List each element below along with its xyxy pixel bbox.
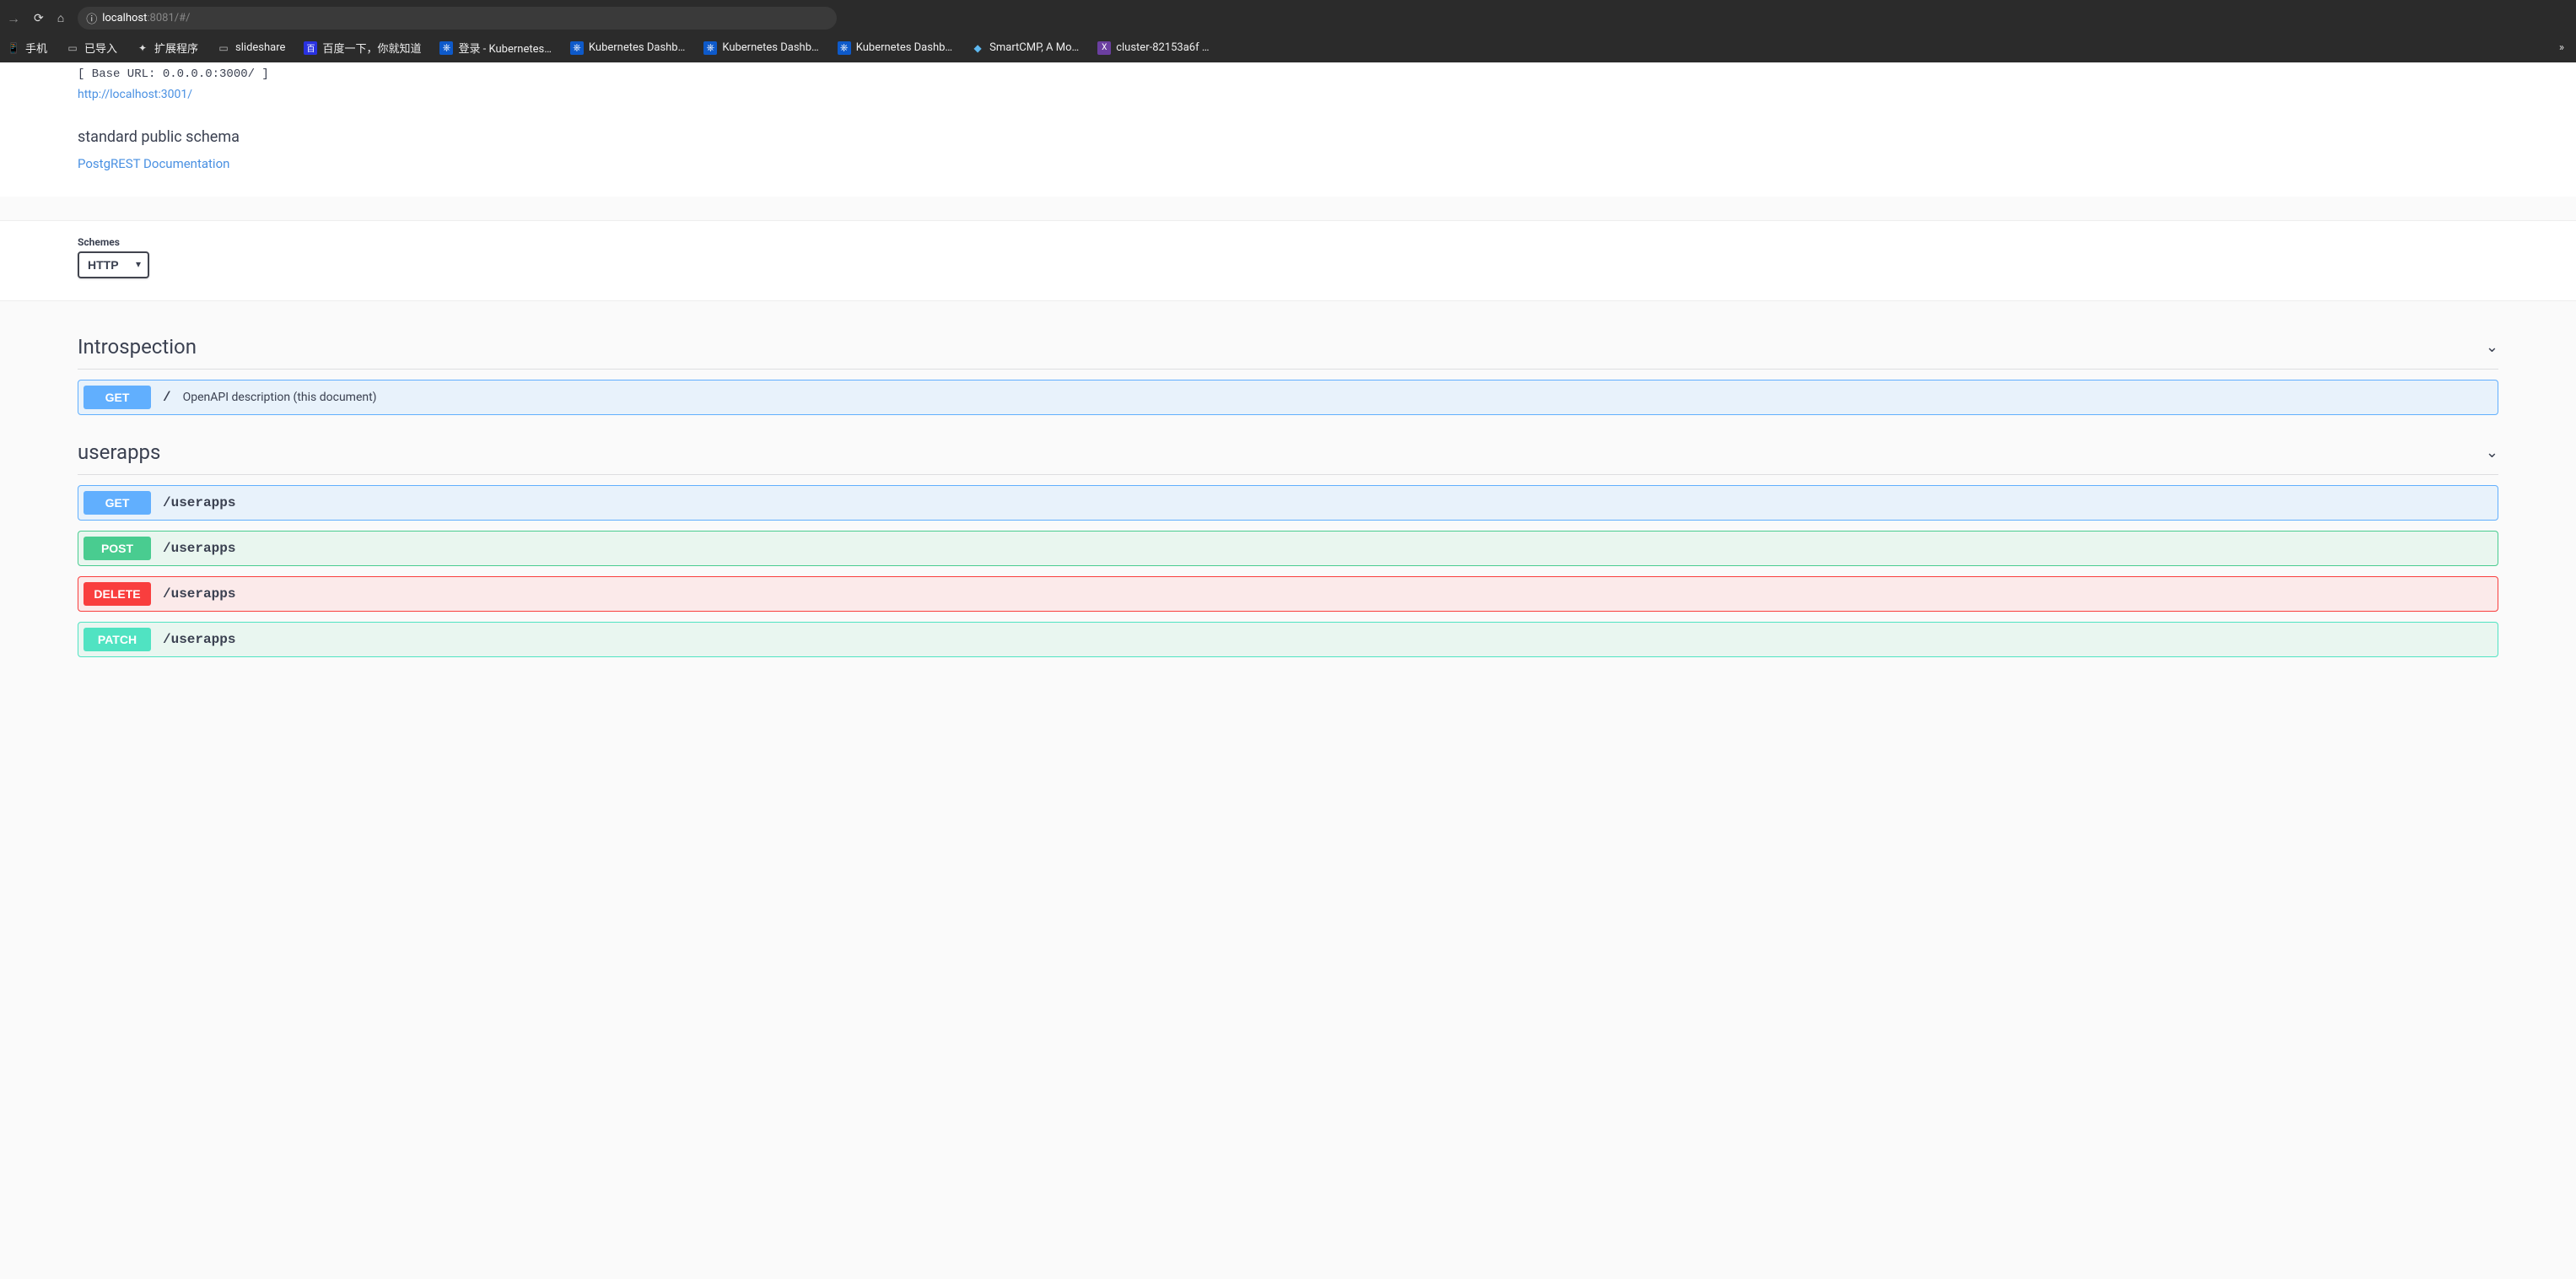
spec-link[interactable]: http://localhost:3001/ [78, 88, 192, 101]
op-path: /userapps [163, 632, 235, 647]
bookmark-label: cluster-82153a6f … [1116, 41, 1209, 54]
tags-container: Introspection ⌄ GET / OpenAPI descriptio… [0, 301, 2576, 706]
bookmark-imported[interactable]: ▭ 已导入 [66, 40, 117, 56]
tag-header[interactable]: userapps ⌄ [78, 430, 2498, 475]
bookmark-extensions[interactable]: ✦ 扩展程序 [136, 40, 198, 56]
phone-icon: 📱 [7, 41, 20, 55]
tag-header[interactable]: Introspection ⌄ [78, 325, 2498, 370]
bookmark-phone[interactable]: 📱 手机 [7, 40, 47, 56]
bookmark-slideshare[interactable]: ▭ slideshare [217, 41, 285, 55]
home-icon[interactable]: ⌂ [57, 11, 64, 25]
bookmark-label: slideshare [235, 41, 285, 54]
bookmark-k8s-dash-2[interactable]: ⎈ Kubernetes Dashb… [703, 41, 818, 55]
bookmark-smartcmp[interactable]: ◆ SmartCMP, A Mo… [971, 41, 1079, 55]
method-badge: POST [84, 537, 151, 560]
folder-icon: ▭ [217, 41, 230, 55]
opblock-get-userapps[interactable]: GET /userapps [78, 485, 2498, 521]
method-badge: DELETE [84, 582, 151, 606]
opblock-post-userapps[interactable]: POST /userapps [78, 531, 2498, 566]
base-url: [ Base URL: 0.0.0.0:3000/ ] [78, 62, 2576, 81]
address-bar: → ⟳ ⌂ ⓘ localhost:8081/#/ [7, 3, 2569, 33]
opblock-patch-userapps[interactable]: PATCH /userapps [78, 622, 2498, 657]
bookmarks-bar: 📱 手机 ▭ 已导入 ✦ 扩展程序 ▭ slideshare 百 百度一下，你就… [7, 33, 2569, 62]
op-path: /userapps [163, 541, 235, 556]
schemes-select[interactable]: HTTP [78, 251, 149, 278]
bookmark-label: Kubernetes Dashb… [589, 41, 685, 54]
browser-chrome: → ⟳ ⌂ ⓘ localhost:8081/#/ 📱 手机 ▭ 已导入 ✦ 扩… [0, 0, 2576, 62]
chevron-down-icon: ⌄ [2486, 338, 2498, 356]
bookmark-k8s-dash-3[interactable]: ⎈ Kubernetes Dashb… [838, 41, 952, 55]
chevron-down-icon: ⌄ [2486, 444, 2498, 461]
tag-introspection: Introspection ⌄ GET / OpenAPI descriptio… [78, 325, 2498, 415]
op-path: /userapps [163, 495, 235, 510]
k8s-icon: ⎈ [570, 41, 584, 55]
smartcmp-icon: ◆ [971, 41, 984, 55]
op-path: / [163, 390, 171, 405]
tag-name: userapps [78, 440, 2486, 464]
forward-arrow-icon[interactable]: → [7, 10, 20, 27]
tag-name: Introspection [78, 335, 2486, 359]
reload-icon[interactable]: ⟳ [34, 12, 44, 25]
bookmark-cluster[interactable]: X cluster-82153a6f … [1097, 41, 1209, 55]
schema-description: standard public schema [78, 128, 2576, 146]
opblock-delete-userapps[interactable]: DELETE /userapps [78, 576, 2498, 612]
url-bar[interactable]: ⓘ localhost:8081/#/ [78, 7, 837, 30]
bookmark-label: 登录 - Kubernetes… [458, 40, 551, 56]
swagger-header: [ Base URL: 0.0.0.0:3000/ ] http://local… [0, 62, 2576, 197]
bookmark-label: 手机 [25, 40, 47, 56]
bookmark-k8s-login[interactable]: ⎈ 登录 - Kubernetes… [439, 40, 551, 56]
method-badge: GET [84, 491, 151, 515]
url-text: localhost:8081/#/ [102, 12, 190, 24]
opblock-get-root[interactable]: GET / OpenAPI description (this document… [78, 380, 2498, 415]
cluster-icon: X [1097, 41, 1111, 55]
baidu-icon: 百 [304, 41, 317, 55]
op-path: /userapps [163, 586, 235, 602]
bookmark-label: Kubernetes Dashb… [856, 41, 952, 54]
puzzle-icon: ✦ [136, 41, 149, 55]
bookmark-label: 扩展程序 [154, 40, 198, 56]
bookmark-label: 已导入 [84, 40, 117, 56]
schemes-label: Schemes [78, 236, 2576, 248]
bookmark-baidu[interactable]: 百 百度一下，你就知道 [304, 40, 421, 56]
k8s-icon: ⎈ [439, 41, 453, 55]
method-badge: GET [84, 386, 151, 409]
postgrest-doc-link[interactable]: PostgREST Documentation [78, 156, 229, 171]
method-badge: PATCH [84, 628, 151, 651]
bookmark-label: SmartCMP, A Mo… [989, 41, 1079, 54]
k8s-icon: ⎈ [703, 41, 717, 55]
schemes-bar: Schemes HTTP [0, 220, 2576, 301]
bookmarks-overflow-icon[interactable]: » [2559, 41, 2569, 54]
bookmark-k8s-dash-1[interactable]: ⎈ Kubernetes Dashb… [570, 41, 685, 55]
op-summary: OpenAPI description (this document) [183, 391, 377, 404]
tag-userapps: userapps ⌄ GET /userapps POST /userapps … [78, 430, 2498, 657]
bookmark-label: 百度一下，你就知道 [322, 40, 421, 56]
bookmark-label: Kubernetes Dashb… [722, 41, 818, 54]
k8s-icon: ⎈ [838, 41, 851, 55]
folder-icon: ▭ [66, 41, 79, 55]
info-icon: ⓘ [86, 10, 97, 26]
